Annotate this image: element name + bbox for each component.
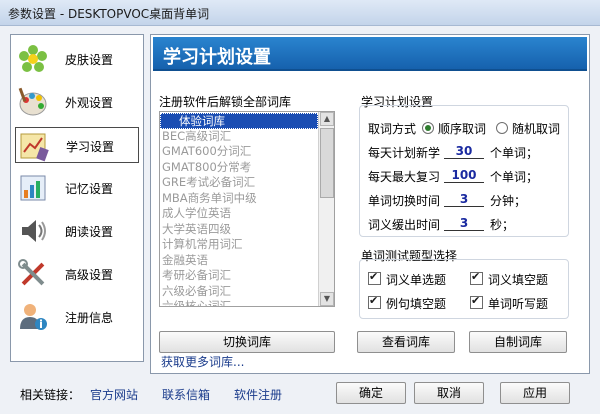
study-chart-icon — [20, 133, 49, 162]
list-item[interactable]: BEC高级词汇 — [160, 129, 318, 145]
sidebar-item-advanced[interactable]: 高级设置 — [15, 256, 139, 292]
official-site-link[interactable]: 官方网站 — [90, 386, 138, 403]
view-library-button[interactable]: 查看词库 — [357, 331, 455, 353]
list-item[interactable]: 金融英语 — [160, 253, 318, 269]
scroll-up-icon[interactable]: ▲ — [320, 112, 334, 126]
list-item[interactable]: 六级必备词汇 — [160, 284, 318, 300]
sidebar-item-memory[interactable]: 记忆设置 — [15, 170, 139, 206]
sidebar-item-label: 注册信息 — [65, 311, 114, 325]
list-item[interactable]: 考研必备词汇 — [160, 268, 318, 284]
delay-label: 词义缓出时间 — [368, 218, 441, 232]
daily-new-input[interactable] — [444, 143, 484, 159]
contact-email-link[interactable]: 联系信箱 — [162, 386, 210, 403]
daily-review-input[interactable] — [444, 167, 484, 183]
sidebar-item-appearance[interactable]: 外观设置 — [15, 84, 139, 120]
list-item[interactable]: GRE考试必备词汇 — [160, 175, 318, 191]
flower-icon — [19, 45, 47, 72]
scroll-thumb[interactable] — [320, 128, 334, 198]
sidebar-item-skin[interactable]: 皮肤设置 — [15, 41, 139, 77]
sequential-label[interactable]: 顺序取词 — [438, 120, 486, 137]
list-item[interactable]: GMAT800分常考 — [160, 160, 318, 176]
list-item[interactable]: 大学英语四级 — [160, 222, 318, 238]
settings-window: 参数设置 - DESKTOPVOC桌面背单词 皮肤设置 外观设置 学习设置 记忆… — [0, 0, 600, 414]
switch-time-label: 单词切换时间 — [368, 194, 441, 208]
option-label[interactable]: 单词听写题 — [488, 295, 548, 312]
list-item[interactable]: 成人学位英语 — [160, 206, 318, 222]
option-checkbox[interactable] — [470, 270, 483, 285]
list-scrollbar[interactable]: ▲ ▼ — [318, 112, 334, 306]
daily-review-label: 每天最大复习 — [368, 170, 441, 184]
option-checkbox[interactable] — [368, 270, 381, 285]
sidebar-item-reading[interactable]: 朗读设置 — [15, 213, 139, 249]
ok-button[interactable]: 确定 — [336, 382, 406, 404]
delay-input[interactable] — [444, 215, 484, 231]
list-item[interactable]: MBA商务单词中级 — [160, 191, 318, 207]
option-checkbox[interactable] — [470, 294, 483, 309]
sidebar-item-label: 记忆设置 — [65, 182, 114, 196]
sequential-radio[interactable] — [422, 122, 434, 134]
sidebar-item-study[interactable]: 学习设置 — [15, 127, 139, 163]
switch-time-input[interactable] — [444, 191, 484, 207]
main-panel: 学习计划设置 注册软件后解锁全部词库 体验词库 BEC高级词汇 GMAT600分词汇… — [150, 34, 590, 374]
library-label: 注册软件后解锁全部词库 — [159, 95, 292, 109]
scroll-down-icon[interactable]: ▼ — [320, 292, 334, 306]
daily-new-label: 每天计划新学 — [368, 146, 441, 160]
list-item[interactable]: 六级核心词汇 — [160, 299, 318, 306]
panel-header: 学习计划设置 — [153, 37, 587, 71]
bar-chart-icon — [20, 175, 46, 201]
test-group: 词义单选题 词义填空题 例句填空题 单词听写题 — [359, 259, 569, 319]
sidebar: 皮肤设置 外观设置 学习设置 记忆设置 朗读设置 高级设置 注册信息 — [10, 34, 144, 362]
sidebar-item-label: 外观设置 — [65, 96, 114, 110]
apply-button[interactable]: 应用 — [500, 382, 570, 404]
sidebar-item-label: 朗读设置 — [65, 225, 114, 239]
daily-review-unit: 个单词； — [490, 170, 539, 184]
option-label[interactable]: 例句填空题 — [386, 295, 446, 312]
user-info-icon — [20, 304, 47, 330]
option-checkbox[interactable] — [368, 294, 381, 309]
library-list[interactable]: 体验词库 BEC高级词汇 GMAT600分词汇 GMAT800分常考 GRE考试必备词汇… — [159, 111, 335, 307]
related-links-label: 相关链接： — [20, 388, 81, 402]
speaker-icon — [22, 220, 46, 242]
title-bar[interactable]: 参数设置 - DESKTOPVOC桌面背单词 — [0, 0, 600, 26]
delay-unit: 秒； — [490, 218, 515, 232]
list-item[interactable]: GMAT600分词汇 — [160, 144, 318, 160]
tools-icon — [18, 259, 45, 286]
sidebar-item-register[interactable]: 注册信息 — [15, 299, 139, 335]
mode-label: 取词方式 — [368, 122, 417, 136]
palette-icon — [18, 87, 47, 116]
random-label[interactable]: 随机取词 — [512, 120, 560, 137]
cancel-button[interactable]: 取消 — [414, 382, 484, 404]
plan-group: 取词方式 顺序取词 随机取词 每天计划新学 个单词； 每天最大复习 个单词； 单… — [359, 105, 569, 237]
list-item[interactable]: 体验词库 — [160, 113, 318, 129]
register-software-link[interactable]: 软件注册 — [234, 386, 282, 403]
window-title: 参数设置 - DESKTOPVOC桌面背单词 — [8, 7, 210, 21]
daily-new-unit: 个单词； — [490, 146, 539, 160]
more-libraries-link[interactable]: 获取更多词库... — [161, 353, 244, 370]
custom-library-button[interactable]: 自制词库 — [469, 331, 567, 353]
page-title: 学习计划设置 — [163, 47, 271, 68]
sidebar-item-label: 高级设置 — [65, 268, 114, 282]
option-label[interactable]: 词义单选题 — [386, 271, 446, 288]
list-item[interactable]: 计算机常用词汇 — [160, 237, 318, 253]
option-label[interactable]: 词义填空题 — [488, 271, 548, 288]
switch-library-button[interactable]: 切换词库 — [159, 331, 335, 353]
sidebar-item-label: 皮肤设置 — [65, 53, 114, 67]
random-radio[interactable] — [496, 122, 508, 134]
sidebar-item-label: 学习设置 — [66, 140, 115, 154]
switch-time-unit: 分钟； — [490, 194, 527, 208]
